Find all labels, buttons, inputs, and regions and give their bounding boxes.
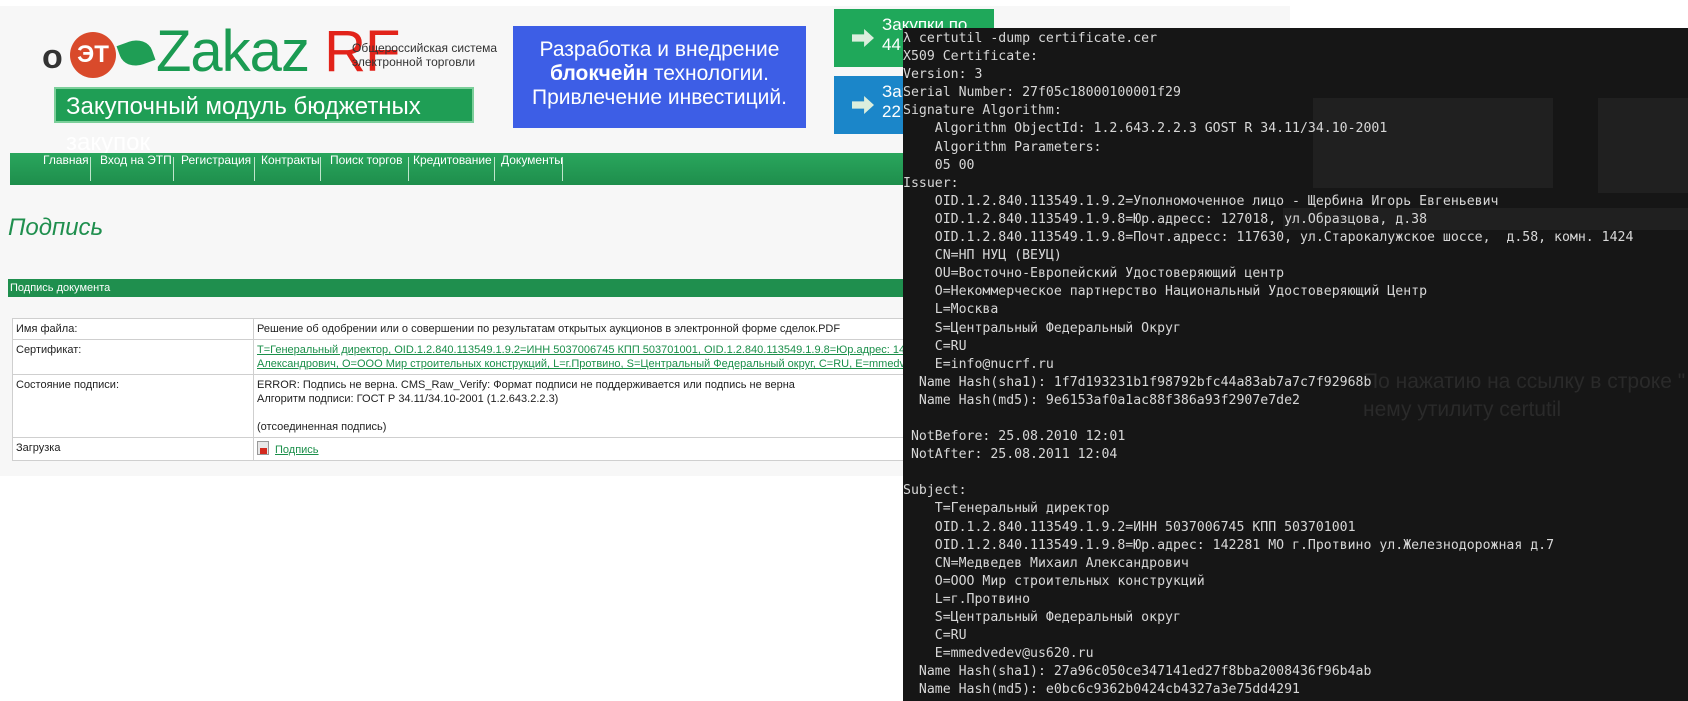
download-label: Загрузка bbox=[12, 437, 254, 461]
terminal-line: L=Москва bbox=[903, 302, 999, 318]
logo-circle: ЭТ bbox=[70, 32, 116, 78]
terminal-line: Algorithm ObjectId: 1.2.643.2.2.3 GOST R… bbox=[903, 121, 1388, 137]
banner-line2-rest: технологии. bbox=[648, 62, 769, 85]
terminal-line: T=Генеральный директор bbox=[903, 501, 1110, 517]
terminal-line: Subject: bbox=[903, 483, 967, 499]
terminal-line: C=RU bbox=[903, 338, 967, 354]
terminal-line: O=Некоммерческое партнерство Национальны… bbox=[903, 284, 1428, 300]
terminal-line: E=mmedvedev@us620.ru bbox=[903, 646, 1094, 662]
file-name-label: Имя файла: bbox=[12, 318, 254, 340]
terminal-line: Name Hash(md5): 9e6153af0a1ac88f386a93f2… bbox=[903, 392, 1300, 408]
terminal-line: OID.1.2.840.113549.1.9.8=Юр.адрес: 14228… bbox=[903, 537, 1555, 553]
nav-separator bbox=[90, 157, 91, 181]
nav-item-documents[interactable]: Документы bbox=[501, 153, 563, 185]
terminal-line: O=ООО Мир строительных конструкций bbox=[903, 573, 1205, 589]
terminal-line: Name Hash(sha1): 27a96c050ce347141ed27f8… bbox=[903, 664, 1372, 680]
nav-separator bbox=[320, 157, 321, 181]
terminal-line: Algorithm Parameters: bbox=[903, 139, 1102, 155]
ets-logo[interactable]: о ЭТ bbox=[42, 30, 156, 80]
brand-main: Zakaz bbox=[156, 19, 310, 84]
terminal-line: Name Hash(md5): e0bc6c9362b0424cb4327a3e… bbox=[903, 682, 1300, 698]
signature-status-label: Состояние подписи: bbox=[12, 374, 254, 438]
leaf-icon bbox=[116, 35, 156, 71]
terminal-output: λ certutil -dump certificate.cer X509 Cer… bbox=[903, 30, 1633, 699]
page-title: Подпись bbox=[8, 214, 104, 241]
logo-subtitle: Общероссийская система электронной торго… bbox=[352, 41, 512, 69]
banner-line2: блокчейн технологии. bbox=[513, 62, 806, 86]
terminal-line: NotAfter: 25.08.2011 12:04 bbox=[903, 447, 1118, 463]
nav-item-registration[interactable]: Регистрация bbox=[181, 153, 251, 185]
nav-separator bbox=[494, 157, 495, 181]
arrow-right-icon bbox=[852, 29, 874, 47]
terminal-line: S=Центральный Федеральный округ bbox=[903, 610, 1181, 625]
terminal-line: E=info@nucrf.ru bbox=[903, 356, 1054, 372]
terminal-line: L=г.Протвино bbox=[903, 591, 1031, 607]
nav-separator bbox=[254, 157, 255, 181]
banner-line2-bold: блокчейн bbox=[550, 62, 649, 85]
terminal-command-line: λ certutil -dump certificate.cer bbox=[903, 31, 1158, 46]
module-banner[interactable]: Закупочный модуль бюджетных закупок bbox=[54, 87, 474, 156]
nav-item-credit[interactable]: Кредитование bbox=[413, 153, 492, 185]
terminal-line: OID.1.2.840.113549.1.9.2=ИНН 5037006745 … bbox=[903, 519, 1356, 535]
signature-download-link[interactable]: Подпись bbox=[275, 444, 319, 456]
terminal-line: Version: 3 bbox=[903, 67, 983, 83]
nav-separator bbox=[173, 157, 174, 181]
pdf-file-icon bbox=[257, 441, 269, 455]
terminal-line: OID.1.2.840.113549.1.9.8=Почт.адресс: 11… bbox=[903, 230, 1634, 246]
terminal-line: OID.1.2.840.113549.1.9.8=Юр.адресс: 1270… bbox=[903, 211, 1428, 227]
terminal-line: CN=НП НУЦ (ВЕУЦ) bbox=[903, 248, 1062, 264]
terminal-line: NotBefore: 25.08.2010 12:01 bbox=[903, 429, 1126, 445]
terminal-line: OU=Восточно-Европейский Удостоверяющий ц… bbox=[903, 266, 1285, 282]
logo-letter-o: о bbox=[42, 38, 63, 76]
banner-line3: Привлечение инвестиций. bbox=[532, 86, 787, 109]
terminal-line: 05 00 bbox=[903, 157, 975, 173]
terminal-line: Name Hash(sha1): 1f7d193231b1f98792bfc44… bbox=[903, 374, 1372, 390]
terminal-line: X509 Certificate: bbox=[903, 49, 1038, 65]
logo-subtitle-line1: Общероссийская система bbox=[352, 41, 498, 55]
nav-item-search-tenders[interactable]: Поиск торгов bbox=[330, 153, 402, 185]
terminal-line: S=Центральный Федеральный Округ bbox=[903, 320, 1181, 336]
terminal-line: Issuer: bbox=[903, 175, 959, 191]
nav-separator bbox=[562, 157, 563, 181]
blockchain-ad-banner[interactable]: Разработка и внедрение блокчейн технолог… bbox=[513, 26, 806, 128]
logo-subtitle-line2: электронной торговли bbox=[352, 55, 476, 69]
terminal-line: Serial Number: 27f05c18000100001f29 bbox=[903, 85, 1181, 101]
terminal-line: C=RU bbox=[903, 628, 967, 644]
arrow-right-icon bbox=[852, 96, 874, 114]
terminal-line: OID.1.2.840.113549.1.9.2=Уполномоченное … bbox=[903, 193, 1499, 209]
nav-item-home[interactable]: Главная bbox=[43, 153, 89, 185]
nav-separator bbox=[408, 157, 409, 181]
banner-line1: Разработка и внедрение bbox=[539, 38, 780, 61]
certificate-label: Сертификат: bbox=[12, 339, 254, 375]
nav-item-etp-login[interactable]: Вход на ЭТП bbox=[100, 153, 172, 185]
terminal-window[interactable]: По нажатию на ссылку в строке " нему ути… bbox=[903, 28, 1688, 701]
terminal-line: Signature Algorithm: bbox=[903, 103, 1062, 119]
nav-item-contracts[interactable]: Контракты bbox=[261, 153, 320, 185]
terminal-line: CN=Медведев Михаил Александрович bbox=[903, 555, 1189, 571]
